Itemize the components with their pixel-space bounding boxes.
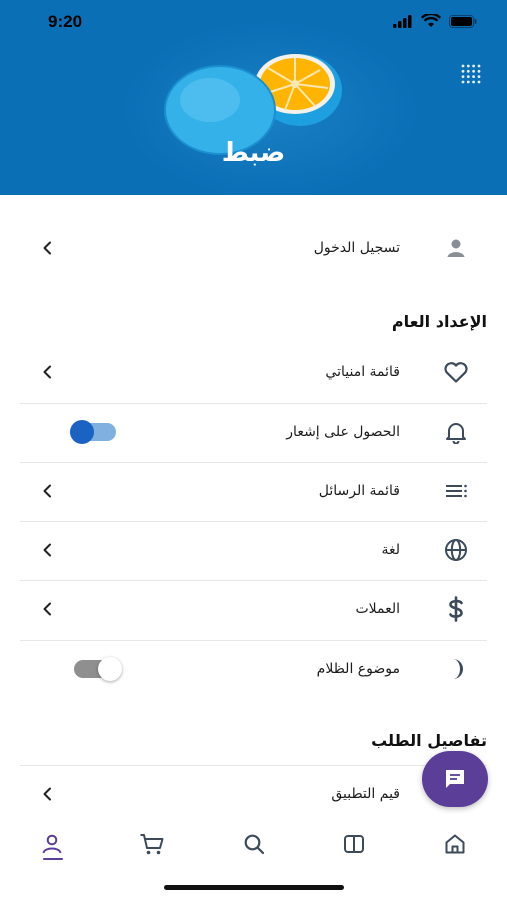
notifications-toggle[interactable] [70, 420, 116, 444]
grid-dots-icon [461, 64, 481, 84]
order-details-title: تفاصيل الطلب [371, 731, 487, 750]
wishlist-row[interactable]: قائمة امنياتي [20, 343, 487, 401]
book-icon [344, 835, 364, 853]
language-label: لغة [381, 542, 400, 558]
nav-cart[interactable] [138, 830, 166, 858]
grid-dots-button[interactable] [459, 62, 483, 86]
bell-icon [443, 419, 469, 445]
general-settings-title: الإعداد العام [391, 312, 487, 331]
header-banner: 9:20 ضبط [0, 0, 507, 195]
battery-icon [449, 14, 477, 28]
person-icon [443, 235, 469, 261]
notifications-row: الحصول على إشعار [20, 403, 487, 461]
home-indicator [164, 885, 344, 890]
search-icon [244, 834, 265, 855]
profile-icon [42, 834, 62, 854]
chevron-left-icon [40, 484, 54, 498]
nav-profile[interactable] [38, 830, 66, 858]
login-label: تسجيل الدخول [313, 240, 400, 256]
chevron-left-icon [40, 241, 54, 255]
signal-icon [393, 14, 412, 28]
chevron-left-icon [40, 787, 54, 801]
cart-icon [140, 834, 164, 855]
nav-home[interactable] [441, 830, 469, 858]
heart-icon [443, 359, 469, 385]
bottom-nav [0, 820, 507, 870]
nav-active-indicator [43, 858, 63, 860]
status-time: 9:20 [48, 12, 83, 31]
dark-theme-label: موضوع الظلام [316, 661, 400, 677]
wifi-icon [421, 14, 441, 27]
chevron-left-icon [40, 365, 54, 379]
rate-app-row[interactable]: قيم التطبيق [20, 765, 487, 823]
language-row[interactable]: لغة [20, 521, 487, 579]
messages-row[interactable]: قائمة الرسائل [20, 462, 487, 520]
chevron-left-icon [40, 543, 54, 557]
status-bar: 9:20 [0, 0, 507, 46]
nav-catalog[interactable] [340, 830, 368, 858]
dollar-icon [443, 596, 469, 622]
chat-icon [446, 770, 464, 788]
dark-theme-row: موضوع الظلام [20, 640, 487, 698]
currencies-label: العملات [355, 601, 400, 617]
messages-label: قائمة الرسائل [318, 483, 400, 499]
wishlist-label: قائمة امنياتي [325, 364, 400, 380]
home-icon [445, 834, 465, 854]
login-row[interactable]: تسجيل الدخول [20, 219, 487, 277]
globe-icon [443, 537, 469, 563]
chat-button[interactable] [422, 751, 488, 807]
page-title: ضبط [221, 138, 286, 168]
list-icon [443, 478, 469, 504]
rate-app-label: قيم التطبيق [331, 786, 400, 802]
nav-search[interactable] [240, 830, 268, 858]
notifications-label: الحصول على إشعار [286, 424, 400, 440]
moon-icon [443, 656, 469, 682]
currencies-row[interactable]: العملات [20, 580, 487, 638]
dark-theme-toggle[interactable] [74, 657, 122, 681]
chevron-left-icon [40, 602, 54, 616]
